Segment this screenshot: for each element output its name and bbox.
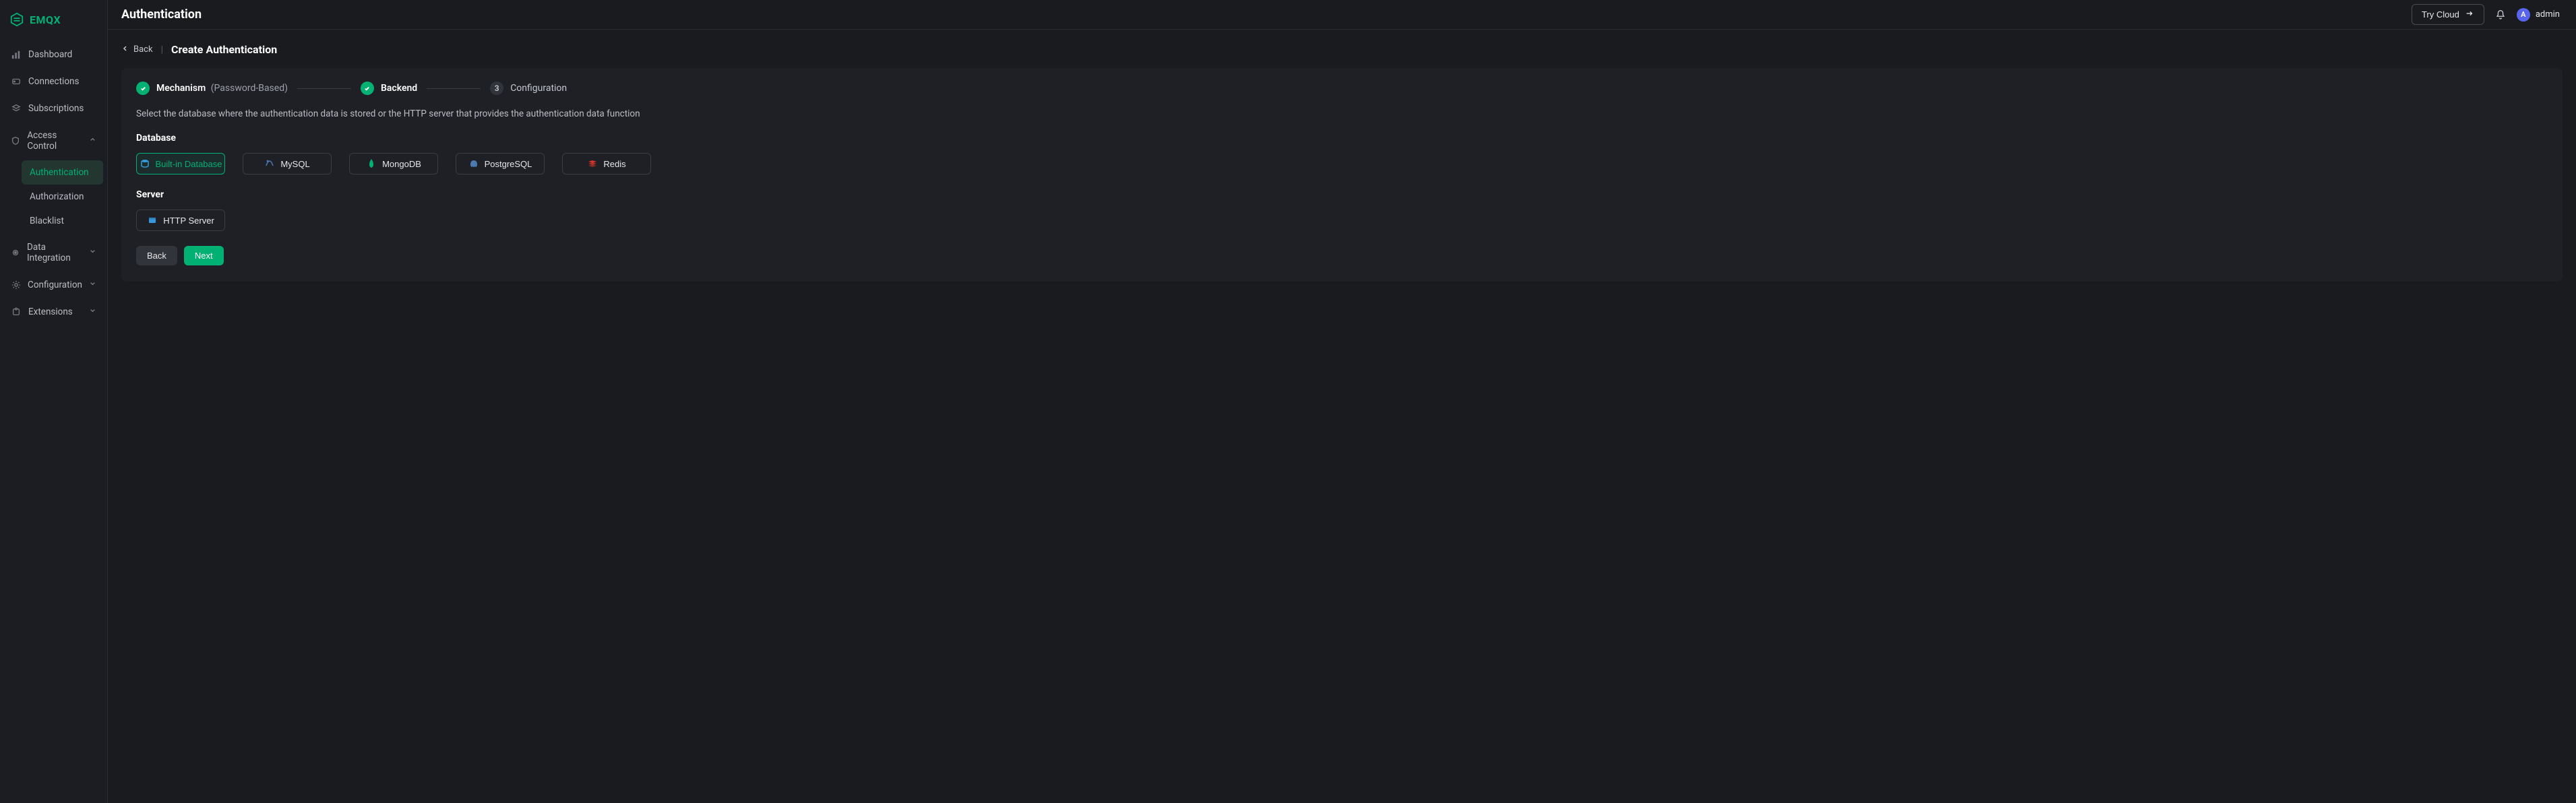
mysql-icon — [264, 158, 275, 169]
sidebar-item-label: Extensions — [28, 307, 73, 317]
sidebar-item-label: Configuration — [28, 280, 82, 290]
breadcrumb-title: Create Authentication — [171, 43, 277, 56]
option-label: MongoDB — [382, 159, 421, 169]
database-icon — [140, 158, 150, 169]
option-label: HTTP Server — [163, 216, 214, 226]
option-http-server[interactable]: HTTP Server — [136, 210, 225, 231]
step-label: Mechanism (Password-Based) — [156, 83, 288, 94]
option-mysql[interactable]: MySQL — [243, 153, 332, 174]
sidebar-item-label: Blacklist — [30, 216, 64, 226]
chevron-up-icon — [89, 135, 96, 146]
link-icon — [11, 76, 22, 87]
step-label-text: Mechanism — [156, 83, 206, 94]
option-built-in-database[interactable]: Built-in Database — [136, 153, 225, 174]
next-button[interactable]: Next — [184, 246, 224, 265]
avatar-initial: A — [2521, 10, 2525, 19]
redis-icon — [587, 158, 598, 169]
sidebar-item-label: Connections — [28, 76, 79, 87]
breadcrumb-back-label: Back — [133, 44, 153, 55]
section-title-database: Database — [136, 133, 2548, 143]
http-icon — [147, 215, 158, 226]
step-number-badge: 3 — [490, 82, 503, 95]
sidebar-item-connections[interactable]: Connections — [4, 69, 103, 94]
sidebar-item-dashboard[interactable]: Dashboard — [4, 42, 103, 67]
puzzle-icon — [11, 307, 22, 317]
check-circle-icon — [361, 82, 374, 95]
wizard-steps: Mechanism (Password-Based) Backend 3 — [136, 82, 2548, 95]
chart-bar-icon — [11, 49, 22, 60]
arrow-right-icon — [2465, 9, 2474, 20]
sidebar-item-access-control[interactable]: Access Control — [4, 123, 103, 159]
chevron-down-icon — [89, 307, 96, 317]
step-label: Configuration — [510, 83, 567, 94]
sidebar-item-label: Authorization — [30, 191, 84, 202]
mongodb-icon — [366, 158, 377, 169]
topbar: Authentication Try Cloud A admin — [108, 0, 2576, 30]
brand-name: EMQX — [30, 13, 61, 26]
sidebar: EMQX Dashboard Connections Subscriptions — [0, 0, 108, 803]
breadcrumb: Back | Create Authentication — [121, 43, 2563, 56]
postgresql-icon — [468, 158, 479, 169]
step-backend[interactable]: Backend — [361, 82, 417, 95]
option-label: MySQL — [280, 159, 309, 169]
option-label: PostgreSQL — [485, 159, 532, 169]
sidebar-item-configuration[interactable]: Configuration — [4, 272, 103, 298]
wizard-card: Mechanism (Password-Based) Backend 3 — [121, 68, 2563, 282]
back-button[interactable]: Back — [136, 246, 177, 265]
notifications-button[interactable] — [2494, 8, 2507, 22]
gear-icon — [11, 247, 20, 258]
sidebar-item-data-integration[interactable]: Data Integration — [4, 234, 103, 271]
section-title-server: Server — [136, 189, 2548, 200]
option-postgresql[interactable]: PostgreSQL — [456, 153, 545, 174]
database-options: Built-in Database MySQL MongoDB — [136, 153, 2548, 174]
step-configuration[interactable]: 3 Configuration — [490, 82, 567, 95]
cog-icon — [11, 280, 21, 290]
brand-logo-mark — [9, 12, 24, 27]
brand-logo[interactable]: EMQX — [0, 5, 107, 39]
wizard-actions: Back Next — [136, 246, 2548, 265]
breadcrumb-separator: | — [161, 44, 163, 55]
main: Authentication Try Cloud A admin — [108, 0, 2576, 803]
page-title: Authentication — [121, 7, 202, 22]
layers-icon — [11, 103, 22, 114]
server-options: HTTP Server — [136, 210, 2548, 231]
chevron-down-icon — [89, 247, 96, 258]
sidebar-item-label: Dashboard — [28, 49, 72, 60]
breadcrumb-back-button[interactable]: Back — [121, 44, 153, 55]
option-label: Built-in Database — [156, 159, 222, 169]
step-connector — [297, 88, 351, 89]
avatar[interactable]: A — [2517, 8, 2530, 22]
sidebar-item-label: Access Control — [27, 130, 82, 152]
chevron-left-icon — [121, 44, 129, 55]
username[interactable]: admin — [2536, 9, 2560, 20]
helper-text: Select the database where the authentica… — [136, 108, 2548, 119]
option-label: Redis — [603, 159, 625, 169]
sidebar-item-label: Authentication — [30, 167, 89, 178]
sidebar-item-extensions[interactable]: Extensions — [4, 299, 103, 325]
shield-icon — [11, 135, 20, 146]
sidebar-item-blacklist[interactable]: Blacklist — [22, 209, 103, 233]
sidebar-item-label: Data Integration — [27, 242, 82, 263]
option-mongodb[interactable]: MongoDB — [349, 153, 438, 174]
try-cloud-label: Try Cloud — [2422, 9, 2459, 20]
sidebar-item-subscriptions[interactable]: Subscriptions — [4, 96, 103, 121]
sidebar-item-authorization[interactable]: Authorization — [22, 185, 103, 209]
step-connector — [427, 88, 481, 89]
try-cloud-button[interactable]: Try Cloud — [2412, 4, 2484, 25]
check-circle-icon — [136, 82, 150, 95]
option-redis[interactable]: Redis — [562, 153, 651, 174]
sidebar-item-authentication[interactable]: Authentication — [22, 160, 103, 185]
step-mechanism[interactable]: Mechanism (Password-Based) — [136, 82, 288, 95]
step-note: (Password-Based) — [211, 83, 288, 94]
step-label: Backend — [381, 83, 417, 94]
sidebar-item-label: Subscriptions — [28, 103, 84, 114]
chevron-down-icon — [89, 280, 96, 290]
